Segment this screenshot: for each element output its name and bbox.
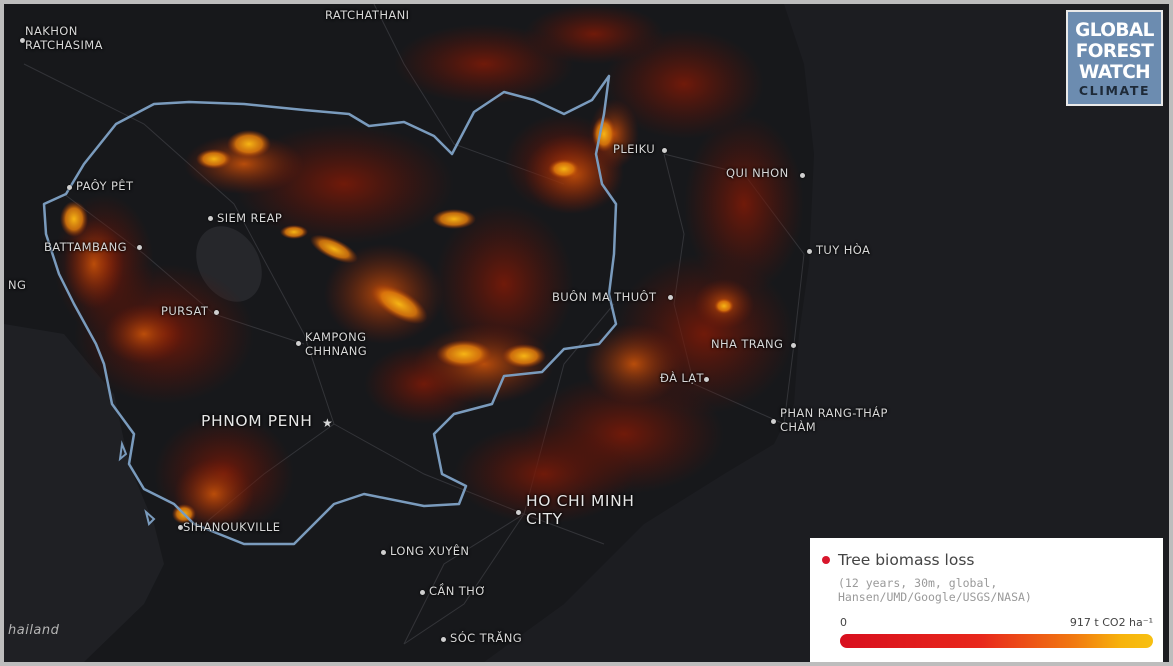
city-dot-tuy-hoa — [807, 249, 812, 254]
city-dot-da-lat — [704, 377, 709, 382]
city-label-phnom-penh: PHNOM PENH — [201, 412, 313, 430]
region-label-thailand: hailand — [8, 623, 60, 638]
city-dot-battambang — [137, 245, 142, 250]
city-label-da-lat: ĐÀ LẠT — [660, 371, 704, 385]
city-label-nha-trang: NHA TRANG — [711, 337, 784, 351]
city-label-ratchathani: RATCHATHANI — [325, 8, 410, 22]
city-dot-kampong-chhnang — [296, 341, 301, 346]
city-label-long-xuyen: LONG XUYÊN — [390, 544, 470, 558]
map-legend: Tree biomass loss (12 years, 30m, global… — [810, 538, 1163, 662]
city-label-battambang: BATTAMBANG — [44, 240, 127, 254]
city-label-kampong-chhnang: KAMPONG CHHNANG — [305, 330, 368, 358]
city-dot-buon-ma-thuot — [668, 295, 673, 300]
city-label-pursat: PURSAT — [161, 304, 209, 318]
city-dot-pursat — [214, 310, 219, 315]
legend-gradient-bar — [840, 634, 1153, 648]
logo-line-climate: CLIMATE — [1078, 83, 1151, 98]
city-label-paoy-pet: PAÔY PÊT — [76, 179, 134, 193]
city-dot-siem-reap — [208, 216, 213, 221]
city-label-qui-nhon: QUI NHON — [726, 166, 789, 180]
capital-star-icon: ★ — [322, 416, 333, 430]
legend-subtitle: (12 years, 30m, global, Hansen/UMD/Googl… — [838, 576, 1153, 604]
city-label-sihanoukville: SIHANOUKVILLE — [183, 520, 281, 534]
city-dot-ho-chi-minh-city — [516, 510, 521, 515]
legend-scale-min: 0 — [840, 616, 847, 629]
city-dot-phan-rang — [771, 419, 776, 424]
city-dot-soc-trang — [441, 637, 446, 642]
logo-line-watch: WATCH — [1078, 62, 1151, 83]
city-dot-paoy-pet — [67, 185, 72, 190]
legend-scale-max: 917 t CO2 ha⁻¹ — [1069, 616, 1153, 629]
logo-line-forest: FOREST — [1075, 41, 1154, 62]
city-label-ho-chi-minh-city: HO CHI MINH CITY — [526, 492, 635, 528]
city-label-siem-reap: SIEM REAP — [217, 211, 283, 225]
city-dot-nha-trang — [791, 343, 796, 348]
city-dot-pleiku — [662, 148, 667, 153]
city-label-ng: NG — [8, 278, 27, 292]
city-label-pleiku: PLEIKU — [613, 142, 656, 156]
legend-scale-labels: 0 917 t CO2 ha⁻¹ — [840, 616, 1153, 629]
city-label-phan-rang-thap-cham: PHAN RANG-THÁP CHÀM — [780, 406, 888, 434]
legend-bullet-icon — [822, 556, 830, 564]
legend-title: Tree biomass loss — [838, 551, 975, 569]
map-frame[interactable]: RATCHATHANI NAKHON RATCHASIMA PAÔY PÊT S… — [0, 0, 1173, 666]
gfw-climate-logo[interactable]: GLOBAL FOREST WATCH CLIMATE — [1066, 10, 1163, 106]
city-label-buon-ma-thuot: BUÔN MA THUÔT — [552, 290, 657, 304]
city-label-tuy-hoa: TUY HÒA — [816, 243, 871, 257]
city-label-nakhon-ratchasima: NAKHON RATCHASIMA — [25, 24, 103, 52]
city-dot-can-tho — [420, 590, 425, 595]
city-dot-long-xuyen — [381, 550, 386, 555]
city-label-soc-trang: SÓC TRĂNG — [450, 631, 523, 645]
city-dot-qui-nhon — [800, 173, 805, 178]
legend-subtitle-line-1: (12 years, 30m, global, — [838, 576, 998, 590]
city-label-can-tho: CẦN THƠ — [429, 584, 487, 598]
logo-line-global: GLOBAL — [1075, 20, 1154, 41]
legend-subtitle-line-2: Hansen/UMD/Google/USGS/NASA) — [838, 590, 1032, 604]
